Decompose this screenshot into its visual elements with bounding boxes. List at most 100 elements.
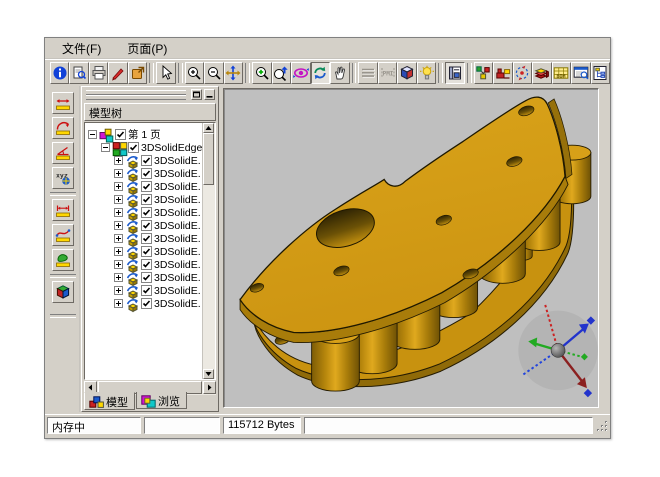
fit-pan-button[interactable]: [224, 62, 243, 84]
visibility-checkbox[interactable]: [141, 155, 152, 166]
resize-grip-icon[interactable]: [596, 417, 609, 434]
expand-icon[interactable]: [114, 286, 123, 295]
visibility-checkbox[interactable]: [141, 220, 152, 231]
pmi-button[interactable]: PMI: [378, 62, 397, 84]
explode-button[interactable]: [474, 62, 493, 84]
measure-volume-button[interactable]: [52, 281, 74, 303]
expand-icon[interactable]: [114, 273, 123, 282]
measure-radius-button[interactable]: [52, 117, 74, 139]
toolbar-separator: [438, 63, 443, 83]
pan-hand-button[interactable]: [330, 62, 349, 84]
tab-model[interactable]: 模型: [84, 392, 135, 410]
measure-xyz-button[interactable]: xyz: [52, 167, 74, 189]
expand-icon[interactable]: [114, 221, 123, 230]
scroll-down-button[interactable]: [203, 369, 214, 379]
collapse-icon[interactable]: [101, 143, 110, 152]
panel-hide-button[interactable]: [204, 89, 215, 100]
menu-file[interactable]: 文件(F): [55, 38, 108, 59]
scroll-up-button[interactable]: [203, 123, 214, 133]
visibility-checkbox[interactable]: [141, 272, 152, 283]
visibility-checkbox[interactable]: [141, 233, 152, 244]
export-button[interactable]: [128, 62, 147, 84]
structure-tree-button[interactable]: [591, 62, 610, 84]
dim-linear-icon: [55, 95, 71, 111]
visibility-checkbox[interactable]: [141, 298, 152, 309]
expand-icon[interactable]: [114, 195, 123, 204]
zoom-orbit-button[interactable]: [272, 62, 291, 84]
print-button[interactable]: [89, 62, 108, 84]
menu-page[interactable]: 页面(P): [120, 38, 174, 59]
sections-button[interactable]: [358, 62, 377, 84]
scrollbar-thumb[interactable]: [203, 133, 214, 185]
file-preview-button[interactable]: [69, 62, 88, 84]
bom-button[interactable]: BOM: [552, 62, 571, 84]
view-orientation-button[interactable]: [397, 62, 416, 84]
rotate-anim-icon: [514, 65, 530, 81]
tree-item[interactable]: 3DSolidE.: [85, 206, 216, 219]
panel-restore-button[interactable]: [191, 89, 202, 100]
part-stack-button[interactable]: [532, 62, 551, 84]
measure-area-button[interactable]: [52, 249, 74, 271]
tree-item[interactable]: 3DSolidE.: [85, 193, 216, 206]
tree-item[interactable]: 3DSolidE.: [85, 219, 216, 232]
report-button[interactable]: [571, 62, 590, 84]
visibility-checkbox[interactable]: [141, 207, 152, 218]
visibility-checkbox[interactable]: [115, 129, 126, 140]
info-button[interactable]: [50, 62, 69, 84]
spin-view-button[interactable]: [311, 62, 330, 84]
panel-grip[interactable]: [82, 87, 218, 102]
panel-toggle-button[interactable]: [445, 62, 464, 84]
rotate-view-button[interactable]: [291, 62, 310, 84]
expand-icon[interactable]: [114, 260, 123, 269]
visibility-checkbox[interactable]: [141, 246, 152, 257]
tree-item[interactable]: 3DSolidEdge.: [85, 141, 216, 154]
tree-vertical-scrollbar[interactable]: [202, 123, 215, 379]
visibility-checkbox[interactable]: [141, 181, 152, 192]
tree-item[interactable]: 3DSolidE.: [85, 154, 216, 167]
tree-item[interactable]: 3DSolidE.: [85, 180, 216, 193]
animation-button[interactable]: [513, 62, 532, 84]
visibility-checkbox[interactable]: [141, 194, 152, 205]
expand-icon[interactable]: [114, 234, 123, 243]
expand-icon[interactable]: [114, 169, 123, 178]
expand-icon[interactable]: [114, 208, 123, 217]
visibility-checkbox[interactable]: [141, 168, 152, 179]
lighting-button[interactable]: [417, 62, 436, 84]
collapse-icon[interactable]: [88, 130, 97, 139]
visibility-checkbox[interactable]: [128, 142, 139, 153]
visibility-checkbox[interactable]: [141, 285, 152, 296]
orientation-gizmo[interactable]: [518, 305, 598, 398]
tree-item[interactable]: 第 1 页: [85, 128, 205, 141]
zoom-out-button[interactable]: [204, 62, 223, 84]
measure-angle-button[interactable]: [52, 142, 74, 164]
measure-curve-button[interactable]: [52, 224, 74, 246]
assembly-tool-button[interactable]: [493, 62, 512, 84]
tree-item[interactable]: 3DSolidE.: [85, 245, 216, 258]
measure-linear-button[interactable]: [52, 92, 74, 114]
part-icon: [125, 154, 139, 168]
tab-browse[interactable]: 浏览: [136, 392, 187, 409]
tree-item[interactable]: 3DSolidE.: [85, 167, 216, 180]
tree-item[interactable]: 3DSolidE.: [85, 284, 216, 297]
browse-tab-icon: [141, 394, 155, 408]
zoom-window-button[interactable]: [252, 62, 271, 84]
tree-item[interactable]: 3DSolidE.: [85, 258, 216, 271]
part-icon: [125, 219, 139, 233]
part-icon: [125, 167, 139, 181]
select-icon: [158, 65, 174, 81]
tree-item-label: 3DSolidE.: [154, 259, 201, 271]
measure-distance-button[interactable]: [52, 199, 74, 221]
expand-icon[interactable]: [114, 299, 123, 308]
tree-item[interactable]: 3DSolidE.: [85, 271, 216, 284]
markup-button[interactable]: [108, 62, 127, 84]
tree-item[interactable]: 3DSolidE.: [85, 232, 216, 245]
viewport-3d[interactable]: [223, 88, 599, 408]
visibility-checkbox[interactable]: [141, 259, 152, 270]
expand-icon[interactable]: [114, 156, 123, 165]
expand-icon[interactable]: [114, 182, 123, 191]
select-button[interactable]: [156, 62, 175, 84]
tree-item[interactable]: 3DSolidE.: [85, 297, 216, 310]
expand-icon[interactable]: [114, 247, 123, 256]
scroll-right-button[interactable]: [203, 381, 216, 394]
zoom-in-button[interactable]: [185, 62, 204, 84]
